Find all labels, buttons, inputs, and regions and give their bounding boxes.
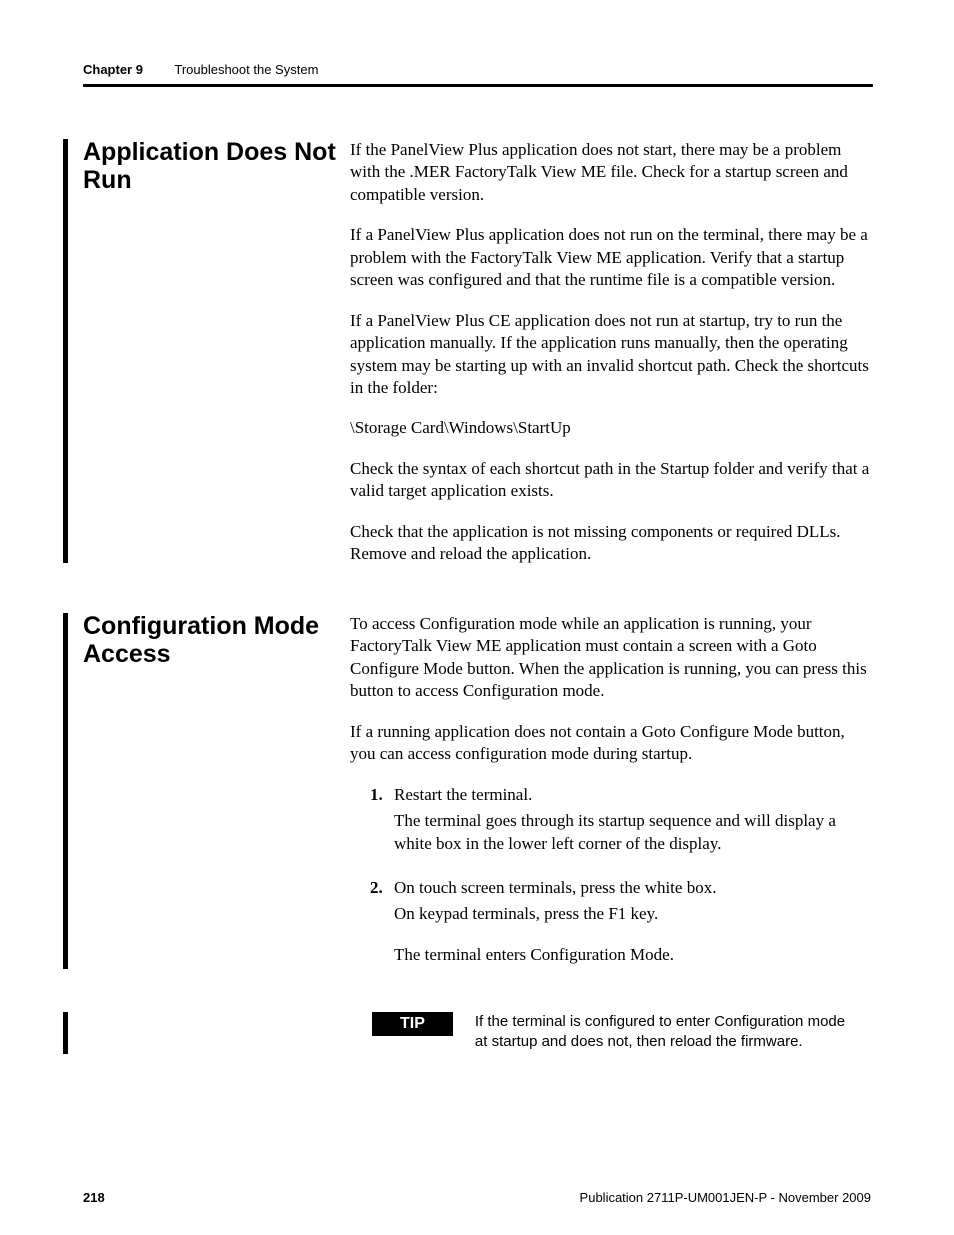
step-lead: On touch screen terminals, press the whi… [394,877,870,899]
step-number: 2. [370,877,383,899]
paragraph: To access Configuration mode while an ap… [350,613,870,703]
chapter-title: Troubleshoot the System [174,62,318,77]
step-lead: Restart the terminal. [394,784,870,806]
tip-label: TIP [372,1012,453,1036]
page: Chapter 9 Troubleshoot the System Applic… [0,0,954,1235]
header-rule [83,84,873,87]
tip-text: If the terminal is configured to enter C… [475,1012,855,1051]
section-body-config-mode: To access Configuration mode while an ap… [350,613,870,978]
step-trail: The terminal goes through its startup se… [394,810,870,855]
section-body-app-not-run: If the PanelView Plus application does n… [350,139,870,584]
section-heading-config-mode: Configuration Mode Access [83,613,343,668]
step-trail: On keypad terminals, press the F1 key. [394,903,870,925]
running-header: Chapter 9 Troubleshoot the System [83,62,318,77]
section-heading-app-not-run: Application Does Not Run [83,139,343,194]
step-number: 1. [370,784,383,806]
paragraph: If the PanelView Plus application does n… [350,139,870,206]
list-item: 2. On touch screen terminals, press the … [370,877,870,966]
paragraph: Check that the application is not missin… [350,521,870,566]
revision-bar [63,1012,68,1054]
step-list: 1. Restart the terminal. The terminal go… [370,784,870,967]
paragraph: Check the syntax of each shortcut path i… [350,458,870,503]
chapter-label: Chapter 9 [83,62,143,77]
list-item: 1. Restart the terminal. The terminal go… [370,784,870,855]
step-trail: The terminal enters Configuration Mode. [394,944,870,966]
tip-block: TIP If the terminal is configured to ent… [372,1012,872,1051]
page-number: 218 [83,1190,105,1205]
path-text: \Storage Card\Windows\StartUp [350,417,870,439]
publication-id: Publication 2711P-UM001JEN-P - November … [580,1190,871,1205]
paragraph: If a running application does not contai… [350,721,870,766]
paragraph: If a PanelView Plus CE application does … [350,310,870,400]
revision-bar [63,613,68,969]
revision-bar [63,139,68,563]
paragraph: If a PanelView Plus application does not… [350,224,870,291]
